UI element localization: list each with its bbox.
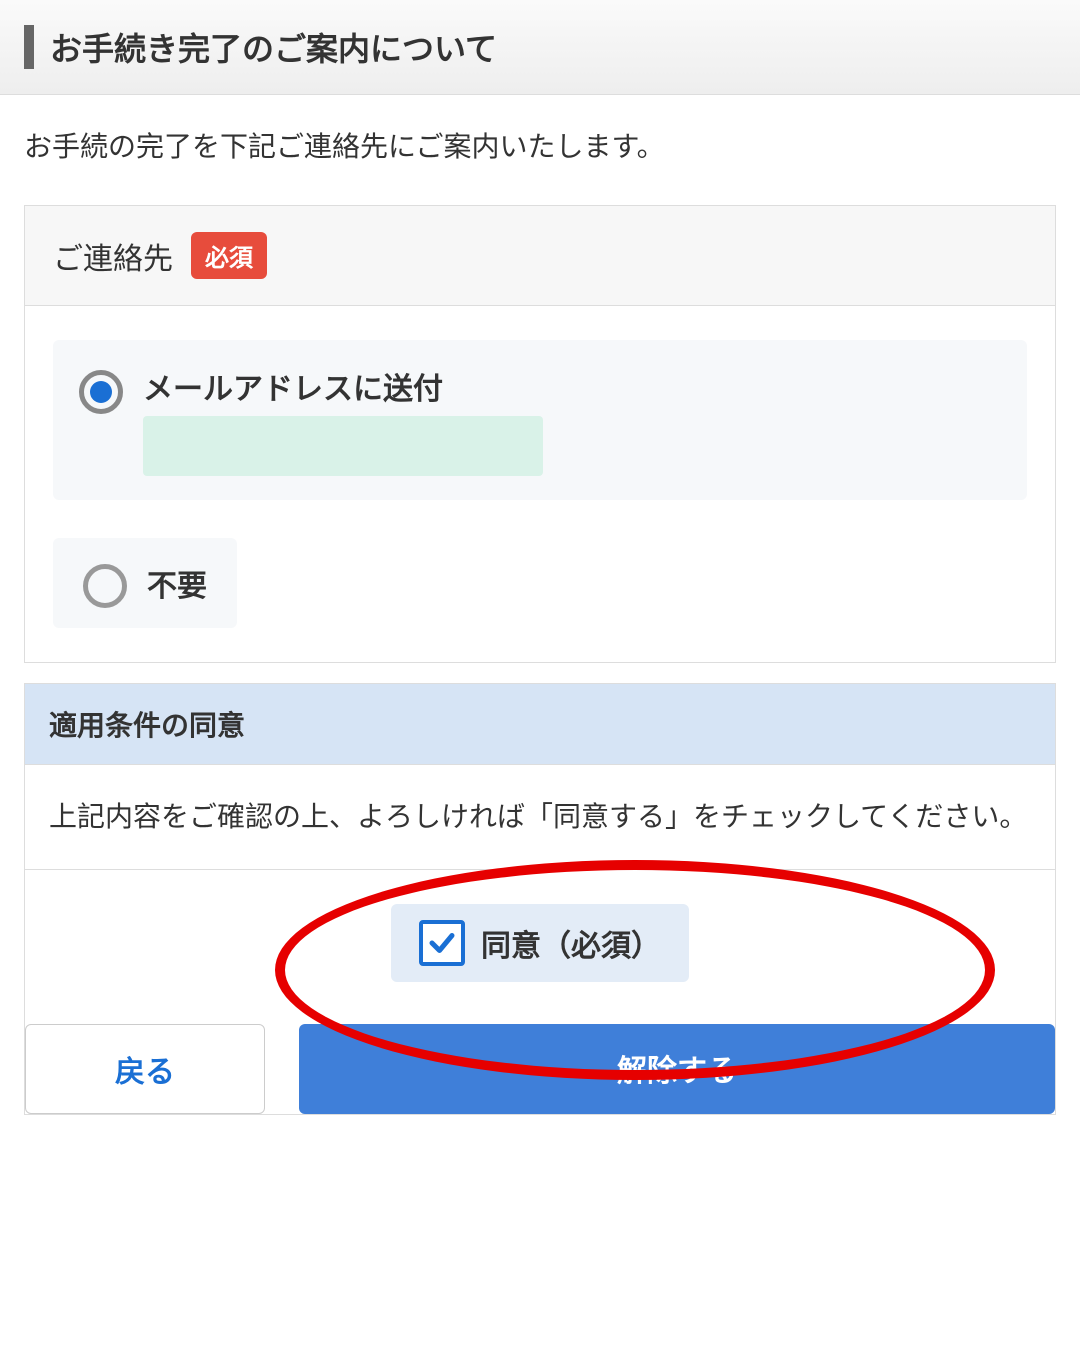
radio-email-label: メールアドレスに送付	[143, 364, 543, 408]
consent-panel: 適用条件の同意 上記内容をご確認の上、よろしければ「同意する」をチェックしてくだ…	[24, 683, 1056, 1115]
email-value-display	[143, 416, 543, 476]
check-icon	[427, 928, 457, 958]
submit-button[interactable]: 解除する	[299, 1024, 1055, 1114]
required-badge: 必須	[191, 232, 267, 279]
radio-option-email[interactable]: メールアドレスに送付	[53, 340, 1027, 500]
consent-checkbox-button[interactable]: 同意（必須）	[391, 904, 689, 982]
radio-email-content: メールアドレスに送付	[143, 364, 543, 476]
content-area: お手続の完了を下記ご連絡先にご案内いたします。 ご連絡先 必須 メールアドレスに…	[0, 95, 1080, 1155]
page-title: お手続き完了のご案内について	[50, 24, 497, 70]
radio-none-label: 不要	[147, 561, 207, 605]
consent-body-text: 上記内容をご確認の上、よろしければ「同意する」をチェックしてください。	[25, 765, 1055, 870]
consent-check-wrap: 同意（必須）	[25, 870, 1055, 994]
radio-button-email[interactable]	[79, 370, 123, 414]
intro-text: お手続の完了を下記ご連絡先にご案内いたします。	[24, 125, 1056, 165]
header-accent-bar	[24, 25, 34, 69]
page-header: お手続き完了のご案内について	[0, 0, 1080, 95]
radio-selected-dot-icon	[90, 381, 112, 403]
radio-option-none[interactable]: 不要	[53, 538, 237, 628]
radio-none-content: 不要	[147, 561, 207, 605]
action-area-wrap: 同意（必須） 戻る 解除する	[25, 870, 1055, 1114]
contact-panel: ご連絡先 必須 メールアドレスに送付 不要	[24, 205, 1056, 663]
radio-button-none[interactable]	[83, 564, 127, 608]
contact-panel-header: ご連絡先 必須	[25, 206, 1055, 306]
back-button[interactable]: 戻る	[25, 1024, 265, 1114]
contact-panel-body: メールアドレスに送付 不要	[25, 306, 1055, 662]
checkbox-square[interactable]	[419, 920, 465, 966]
contact-section-title: ご連絡先	[53, 234, 173, 278]
consent-checkbox-label: 同意（必須）	[481, 921, 661, 965]
button-row: 戻る 解除する	[25, 1024, 1055, 1114]
consent-title: 適用条件の同意	[25, 684, 1055, 765]
